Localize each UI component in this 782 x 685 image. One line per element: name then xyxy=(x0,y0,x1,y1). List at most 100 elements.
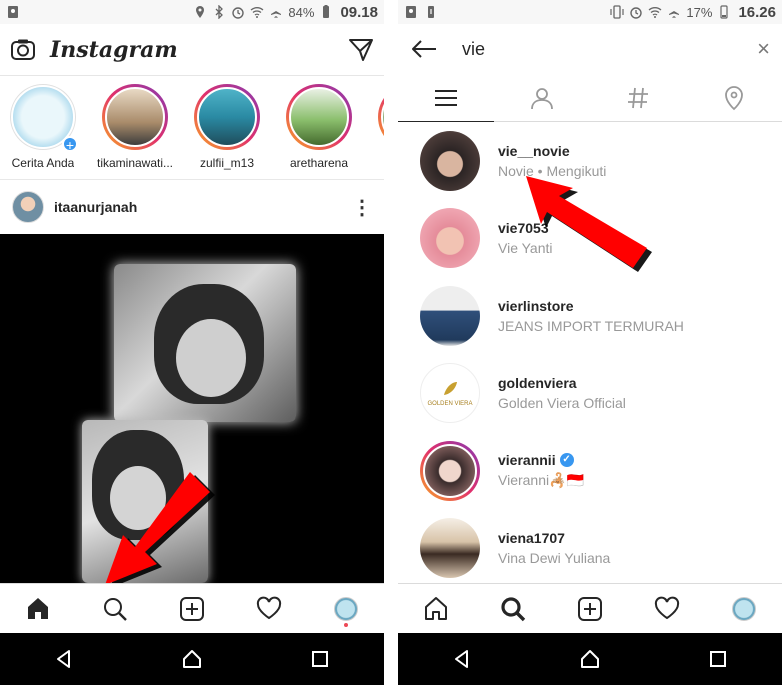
activity-tab[interactable] xyxy=(249,589,289,629)
status-bar: 17% 16.26 xyxy=(398,0,782,24)
heart-icon xyxy=(654,596,679,619)
back-icon[interactable] xyxy=(451,648,473,670)
hashtag-icon xyxy=(628,87,648,108)
home-tab[interactable] xyxy=(416,589,456,629)
home-system-icon[interactable] xyxy=(181,648,203,670)
bottom-navigation xyxy=(398,583,782,633)
contacts-notification-icon xyxy=(8,6,18,18)
instagram-logo: Instagram xyxy=(50,36,178,63)
contacts-notification-icon xyxy=(406,6,416,18)
search-result-item[interactable]: vie7053 Vie Yanti xyxy=(398,200,782,278)
bluetooth-icon xyxy=(215,5,224,19)
left-phone-screen: 84% 09.18 Instagram + Cerita Anda tikami… xyxy=(0,0,384,685)
post-photo-top xyxy=(114,264,296,422)
post-username[interactable]: itaanurjanah xyxy=(54,199,137,215)
result-avatar xyxy=(420,518,480,579)
add-post-icon xyxy=(577,596,602,621)
search-tab[interactable] xyxy=(493,589,533,629)
home-icon xyxy=(28,597,49,619)
wifi-icon xyxy=(250,7,264,18)
add-story-icon[interactable]: + xyxy=(62,136,78,153)
home-system-icon[interactable] xyxy=(579,648,601,670)
result-subtitle: JEANS IMPORT TERMURAH xyxy=(498,317,684,334)
story-item[interactable]: zulfii_m13 xyxy=(192,76,262,179)
story-item[interactable]: aretharena xyxy=(284,76,354,179)
tab-places[interactable] xyxy=(686,74,782,121)
search-result-item[interactable]: viena1707 Vina Dewi Yuliana xyxy=(398,510,782,584)
search-tab[interactable] xyxy=(95,589,135,629)
story-item[interactable]: tikaminawati... xyxy=(96,76,174,179)
recents-icon[interactable] xyxy=(707,648,729,670)
search-result-item[interactable]: vierlinstore JEANS IMPORT TERMURAH xyxy=(398,277,782,355)
post-image[interactable] xyxy=(0,234,384,583)
result-subtitle: Golden Viera Official xyxy=(498,395,626,412)
result-username: vierannii xyxy=(498,452,556,469)
battery-icon xyxy=(720,5,729,19)
person-icon xyxy=(531,87,553,109)
search-result-item[interactable]: vierannii ✓ Vieranni🦂🇮🇩 xyxy=(398,432,782,510)
search-icon xyxy=(501,596,526,621)
back-arrow-icon[interactable] xyxy=(410,38,438,60)
story-label: aretharena xyxy=(289,156,349,170)
back-icon[interactable] xyxy=(53,648,75,670)
story-item[interactable]: 97 xyxy=(376,76,384,179)
story-avatar xyxy=(289,87,349,147)
post-photo-bottom xyxy=(82,420,208,583)
tab-top[interactable] xyxy=(398,74,494,122)
wifi-icon xyxy=(648,7,662,18)
result-subtitle: Vina Dewi Yuliana xyxy=(498,550,611,567)
instagram-header: Instagram xyxy=(0,24,384,76)
story-avatar xyxy=(197,87,257,147)
more-options-icon[interactable]: ⋮ xyxy=(352,195,372,220)
result-username: goldenviera xyxy=(498,375,577,392)
result-username: vie__novie xyxy=(498,142,570,159)
clear-search-icon[interactable]: × xyxy=(757,36,770,62)
search-results-list: vie__novie Novie • Mengikuti vie7053 Vie… xyxy=(398,122,782,583)
result-subtitle: Vie Yanti xyxy=(498,240,553,257)
recents-icon[interactable] xyxy=(309,648,331,670)
search-input[interactable]: vie xyxy=(462,39,757,60)
screenshot-root: 84% 09.18 Instagram + Cerita Anda tikami… xyxy=(0,0,782,685)
alarm-icon xyxy=(630,7,643,19)
post-avatar[interactable] xyxy=(12,191,44,223)
story-item[interactable]: + Cerita Anda xyxy=(8,76,78,179)
result-avatar: GOLDEN VIERA xyxy=(420,363,480,424)
camera-icon[interactable] xyxy=(10,37,36,63)
story-avatar xyxy=(105,87,165,147)
new-post-tab[interactable] xyxy=(570,589,610,629)
search-bar: vie × xyxy=(398,24,782,74)
profile-avatar xyxy=(731,596,756,621)
result-avatar xyxy=(420,208,480,269)
golden-viera-logo-icon xyxy=(444,382,457,396)
search-tabs xyxy=(398,74,782,122)
heart-icon xyxy=(256,596,281,619)
story-label: tikaminawati... xyxy=(96,156,174,170)
location-icon xyxy=(196,6,205,18)
profile-tab[interactable] xyxy=(724,589,764,629)
result-avatar xyxy=(420,130,480,191)
tab-tags[interactable] xyxy=(590,74,686,121)
activity-tab[interactable] xyxy=(647,589,687,629)
verified-badge-icon: ✓ xyxy=(559,453,574,468)
search-result-item[interactable]: vie__novie Novie • Mengikuti xyxy=(398,122,782,200)
system-navigation-bar xyxy=(398,633,782,685)
result-subtitle: Vieranni🦂🇮🇩 xyxy=(498,472,584,489)
location-pin-icon xyxy=(725,85,743,110)
notification-dot xyxy=(343,622,348,627)
airplane-icon xyxy=(669,6,680,18)
tab-accounts[interactable] xyxy=(494,74,590,121)
right-phone-screen: 17% 16.26 vie × vie__novie Novie • Mengi… xyxy=(398,0,782,685)
new-post-tab[interactable] xyxy=(172,589,212,629)
profile-tab[interactable] xyxy=(326,589,366,629)
story-label: Cerita Anda xyxy=(11,156,75,170)
home-tab[interactable] xyxy=(18,589,58,629)
battery-alert-icon xyxy=(428,6,434,18)
result-avatar xyxy=(420,285,480,346)
system-navigation-bar xyxy=(0,633,384,685)
vibrate-icon xyxy=(610,5,625,19)
search-result-item[interactable]: GOLDEN VIERA goldenviera Golden Viera Of… xyxy=(398,355,782,433)
home-icon xyxy=(425,596,448,620)
result-avatar xyxy=(420,440,480,501)
screen-divider xyxy=(384,0,398,685)
direct-message-icon[interactable] xyxy=(348,37,374,63)
